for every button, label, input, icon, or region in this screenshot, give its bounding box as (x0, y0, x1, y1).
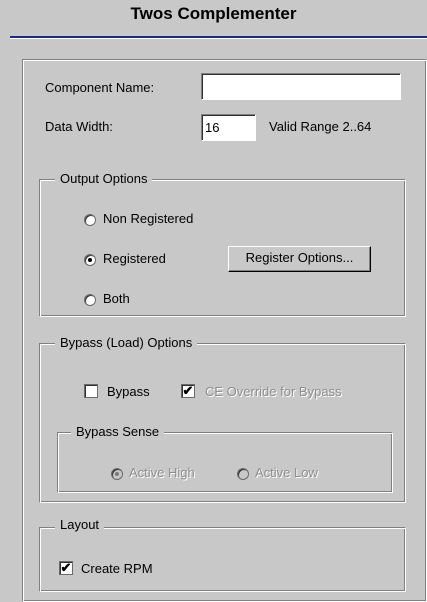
create-rpm-checkbox[interactable]: ✔ (59, 561, 73, 575)
registered-radio[interactable] (84, 254, 96, 266)
data-width-range-hint: Valid Range 2..64 (269, 119, 372, 134)
active-low-radio[interactable] (237, 468, 249, 480)
data-width-input[interactable] (201, 114, 256, 141)
both-radio[interactable] (84, 294, 96, 306)
title-divider-highlight (10, 38, 427, 39)
bypass-sense-legend: Bypass Sense (71, 424, 165, 440)
registered-label[interactable]: Registered (103, 251, 166, 267)
output-options-legend: Output Options (55, 171, 153, 187)
active-low-label[interactable]: Active Low (255, 465, 318, 481)
register-options-button[interactable]: Register Options... (228, 246, 371, 272)
layout-group (39, 527, 406, 592)
bypass-sense-group (57, 432, 393, 493)
component-name-input[interactable] (201, 73, 401, 100)
both-label[interactable]: Both (103, 291, 130, 307)
bypass-options-legend: Bypass (Load) Options (55, 335, 198, 351)
bypass-checkbox[interactable] (84, 384, 98, 398)
active-high-radio[interactable] (111, 468, 123, 480)
non-registered-label[interactable]: Non Registered (103, 211, 193, 227)
data-width-label: Data Width: (45, 119, 113, 134)
layout-legend: Layout (55, 517, 105, 533)
bypass-label[interactable]: Bypass (107, 384, 150, 400)
ce-override-checkbox[interactable]: ✔ (181, 384, 195, 398)
create-rpm-label[interactable]: Create RPM (81, 561, 153, 577)
component-name-label: Component Name: (45, 80, 155, 95)
non-registered-radio[interactable] (84, 214, 96, 226)
ce-override-label[interactable]: CE Override for Bypass (205, 384, 342, 400)
window-title: Twos Complementer (130, 4, 297, 23)
active-high-label[interactable]: Active High (129, 465, 195, 481)
